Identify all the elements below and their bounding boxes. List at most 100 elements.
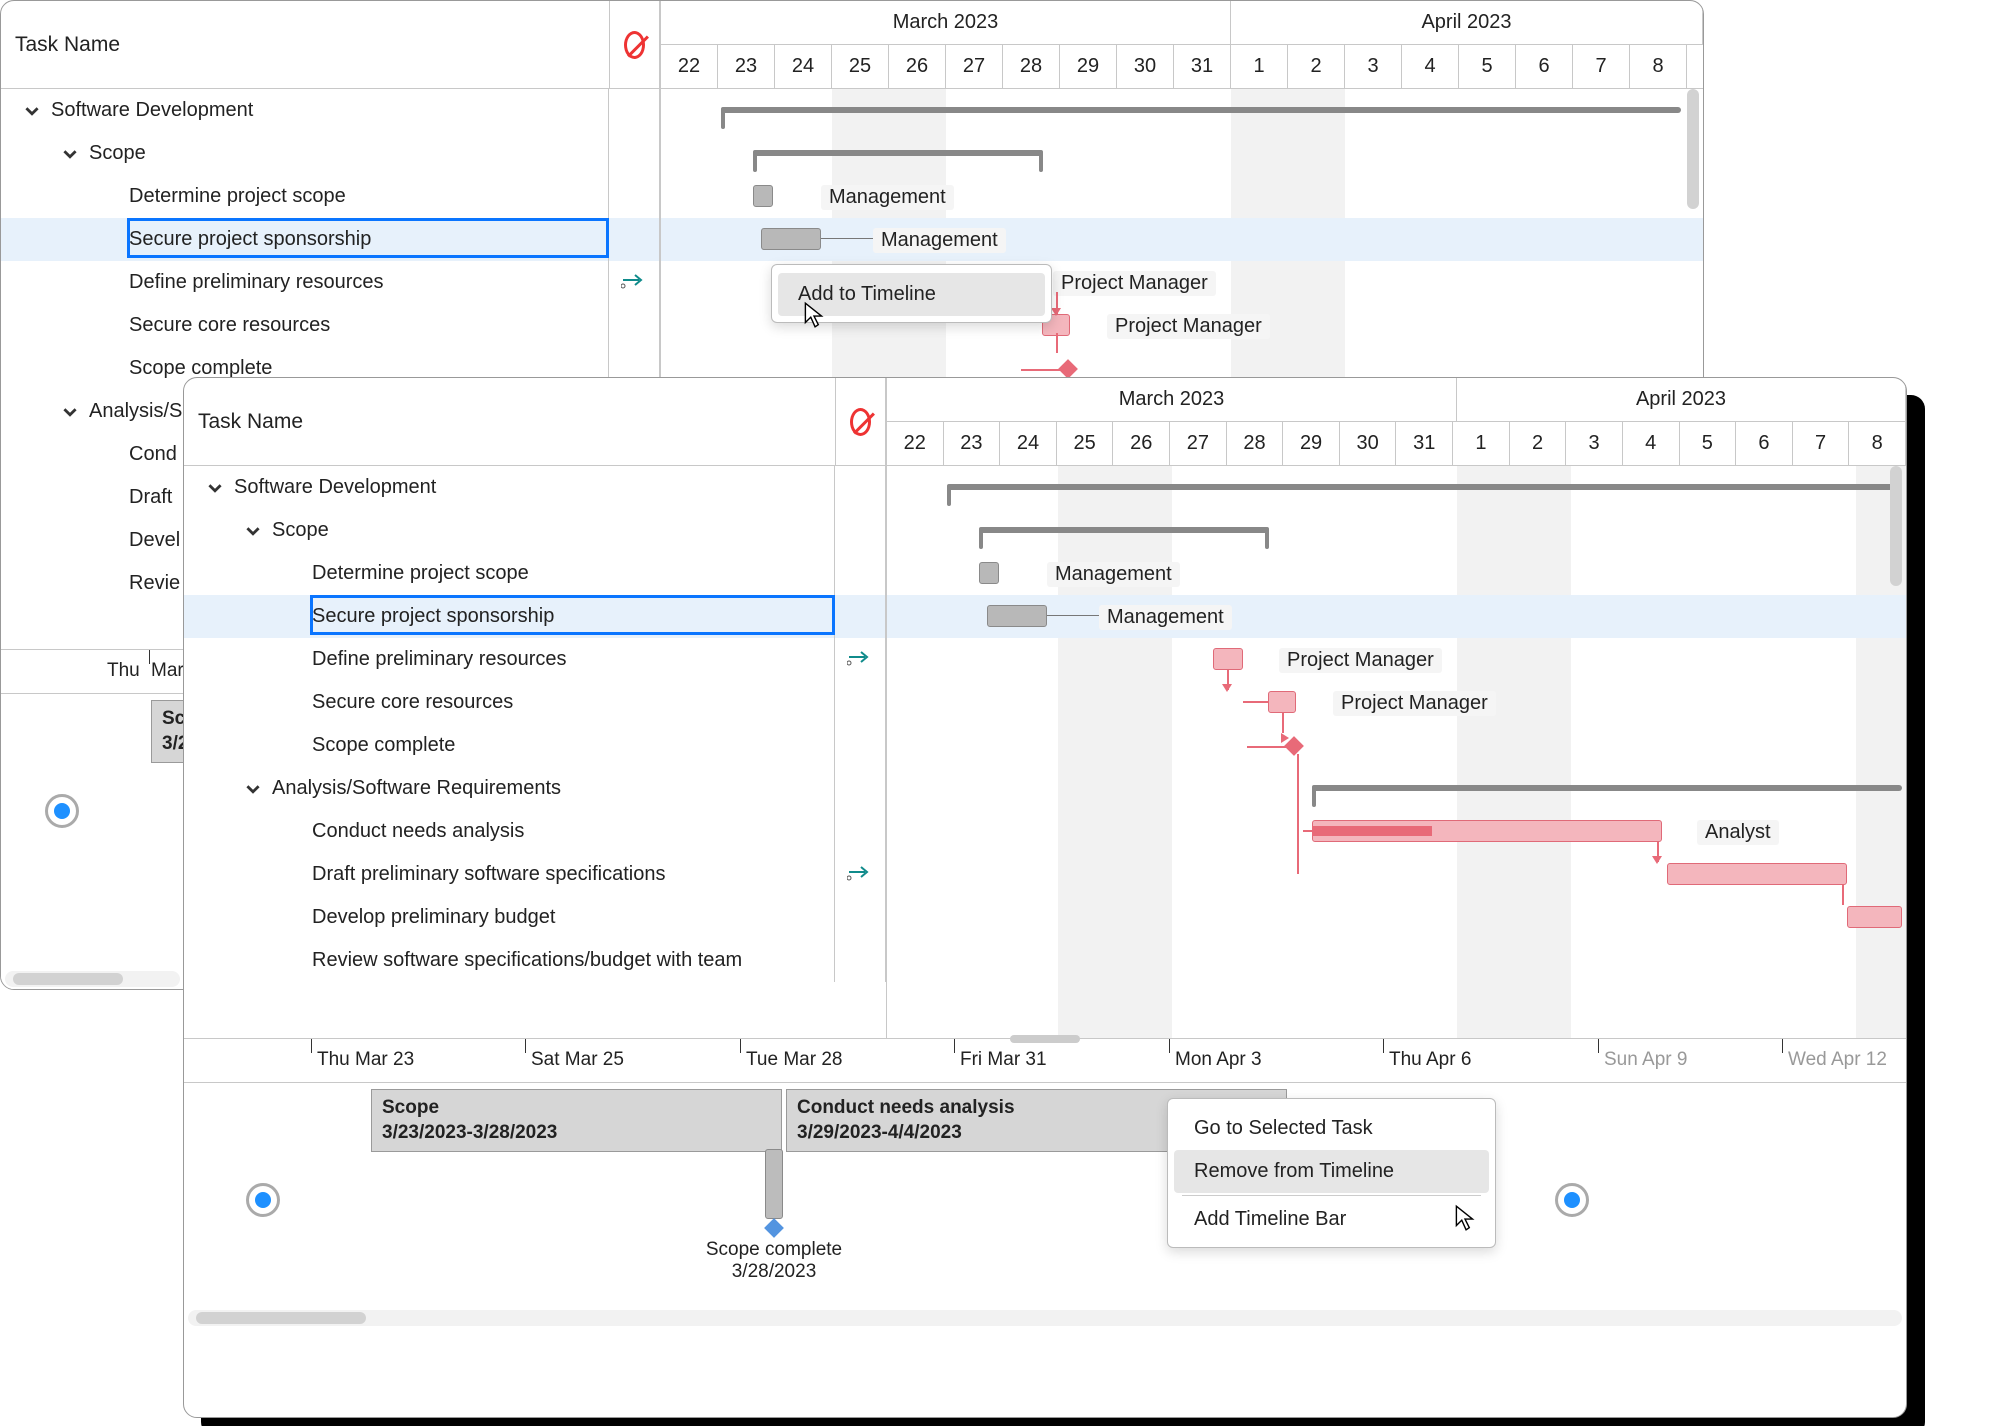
- timeline-tick: Mar: [151, 650, 184, 682]
- vertical-scrollbar[interactable]: [1890, 466, 1902, 586]
- timeline-tick: Thu: [107, 650, 140, 682]
- day-header: 6: [1736, 422, 1793, 466]
- day-header: 28: [1227, 422, 1284, 466]
- auto-schedule-icon: [609, 261, 659, 304]
- day-header: 26: [1113, 422, 1170, 466]
- context-menu: Add to Timeline: [771, 264, 1052, 323]
- horizontal-scrollbar[interactable]: [196, 1312, 366, 1324]
- task-row[interactable]: Determine project scope: [1, 175, 660, 218]
- task-header-row: Task Name: [1, 1, 660, 89]
- task-name: Draft preliminary software specification…: [312, 863, 665, 886]
- menu-item-add-timeline-bar[interactable]: Add Timeline Bar: [1174, 1198, 1489, 1241]
- summary-bar[interactable]: [979, 527, 1269, 533]
- month-header: April 2023: [1457, 378, 1906, 421]
- timeline-end-handle[interactable]: [1555, 1183, 1589, 1217]
- task-row[interactable]: Conduct needs analysis: [184, 810, 886, 853]
- timeline-start-handle[interactable]: [246, 1183, 280, 1217]
- task-row-selected[interactable]: Secure project sponsorship: [1, 218, 660, 261]
- task-row[interactable]: Analysis/Software Requirements: [184, 767, 886, 810]
- task-name: Cond: [129, 443, 177, 466]
- chevron-down-icon[interactable]: [242, 520, 264, 542]
- timeline-strip[interactable]: Thu Mar Scc 3/2: [1, 649, 184, 989]
- bar-label: Management: [873, 228, 1006, 253]
- timeline-tick: Sun Apr 9: [1604, 1039, 1687, 1071]
- chevron-down-icon[interactable]: [242, 778, 264, 800]
- task-row[interactable]: Software Development: [184, 466, 886, 509]
- timeline-start-handle[interactable]: [45, 794, 79, 828]
- task-bar[interactable]: [1213, 648, 1243, 670]
- day-header: 28: [1003, 45, 1060, 89]
- menu-item-goto-task[interactable]: Go to Selected Task: [1174, 1107, 1489, 1150]
- day-header: 3: [1566, 422, 1623, 466]
- summary-bar[interactable]: [1312, 785, 1902, 791]
- day-header: 23: [718, 45, 775, 89]
- task-row[interactable]: Define preliminary resources: [1, 261, 660, 304]
- col-header-task-name[interactable]: Task Name: [184, 378, 836, 465]
- bar-label: Project Manager: [1053, 271, 1216, 296]
- chevron-down-icon[interactable]: [204, 477, 226, 499]
- task-bar[interactable]: [987, 605, 1047, 627]
- bar-label: Project Manager: [1333, 691, 1496, 716]
- summary-bar[interactable]: [721, 107, 1681, 113]
- task-name: Scope: [272, 519, 329, 542]
- bar-label: Management: [1099, 605, 1232, 630]
- gantt-chart[interactable]: March 2023 April 2023 222324252627282930…: [887, 378, 1906, 1038]
- col-header-task-name[interactable]: Task Name: [1, 1, 610, 88]
- task-row-selected[interactable]: Secure project sponsorship: [184, 595, 886, 638]
- task-bar[interactable]: [1268, 691, 1296, 713]
- task-row[interactable]: Secure core resources: [184, 681, 886, 724]
- task-row[interactable]: Determine project scope: [184, 552, 886, 595]
- chevron-down-icon[interactable]: [59, 143, 81, 165]
- day-header: 7: [1793, 422, 1850, 466]
- task-row[interactable]: Scope: [184, 509, 886, 552]
- task-name: Software Development: [234, 476, 436, 499]
- task-name: Determine project scope: [129, 185, 346, 208]
- task-name: Revie: [129, 572, 180, 595]
- task-row[interactable]: Draft preliminary software specification…: [184, 853, 886, 896]
- vertical-scrollbar[interactable]: [1687, 89, 1699, 209]
- task-name: Define preliminary resources: [129, 271, 384, 294]
- task-name: Review software specifications/budget wi…: [312, 949, 742, 972]
- day-header: 29: [1283, 422, 1340, 466]
- summary-bar[interactable]: [947, 484, 1897, 490]
- horizontal-scrollbar[interactable]: [13, 973, 123, 985]
- timeline-strip[interactable]: Thu Mar 23Sat Mar 25Tue Mar 28Fri Mar 31…: [184, 1038, 1906, 1328]
- task-bar[interactable]: [1667, 863, 1847, 885]
- day-header: 27: [946, 45, 1003, 89]
- milestone-diamond[interactable]: [1058, 359, 1078, 379]
- auto-schedule-icon: [835, 853, 885, 896]
- day-header: 1: [1231, 45, 1288, 89]
- task-row[interactable]: Develop preliminary budget: [184, 896, 886, 939]
- timeline-tick: Fri Mar 31: [960, 1039, 1047, 1071]
- task-bar[interactable]: [979, 562, 999, 584]
- task-row[interactable]: Software Development: [1, 89, 660, 132]
- day-header: 27: [1170, 422, 1227, 466]
- task-row[interactable]: Review software specifications/budget wi…: [184, 939, 886, 982]
- day-header: 29: [1060, 45, 1117, 89]
- chevron-down-icon[interactable]: [59, 401, 81, 423]
- task-name: Draft: [129, 486, 172, 509]
- chevron-down-icon[interactable]: [21, 100, 43, 122]
- timeline-block[interactable]: Scope3/23/2023-3/28/2023: [371, 1089, 782, 1152]
- day-header: 4: [1402, 45, 1459, 89]
- task-row[interactable]: Secure core resources: [1, 304, 660, 347]
- col-header-indicators[interactable]: [610, 1, 660, 88]
- task-row[interactable]: Scope: [1, 132, 660, 175]
- timeline-tick: Sat Mar 25: [531, 1039, 624, 1071]
- day-header: 22: [887, 422, 944, 466]
- timeline-milestone[interactable]: Scope complete3/28/2023: [694, 1149, 854, 1283]
- menu-item-add-to-timeline[interactable]: Add to Timeline: [778, 273, 1045, 316]
- timeline-tick: Mon Apr 3: [1175, 1039, 1262, 1071]
- day-header: 8: [1630, 45, 1687, 89]
- summary-bar[interactable]: [753, 150, 1043, 156]
- menu-item-remove-timeline[interactable]: Remove from Timeline: [1174, 1150, 1489, 1193]
- task-bar[interactable]: [753, 185, 773, 207]
- col-header-indicators[interactable]: [836, 378, 886, 465]
- task-row[interactable]: Scope complete: [184, 724, 886, 767]
- task-row[interactable]: Define preliminary resources: [184, 638, 886, 681]
- day-header: 30: [1340, 422, 1397, 466]
- task-bar[interactable]: [761, 228, 821, 250]
- task-bar[interactable]: [1847, 906, 1902, 928]
- day-header: 25: [832, 45, 889, 89]
- task-name: Devel: [129, 529, 180, 552]
